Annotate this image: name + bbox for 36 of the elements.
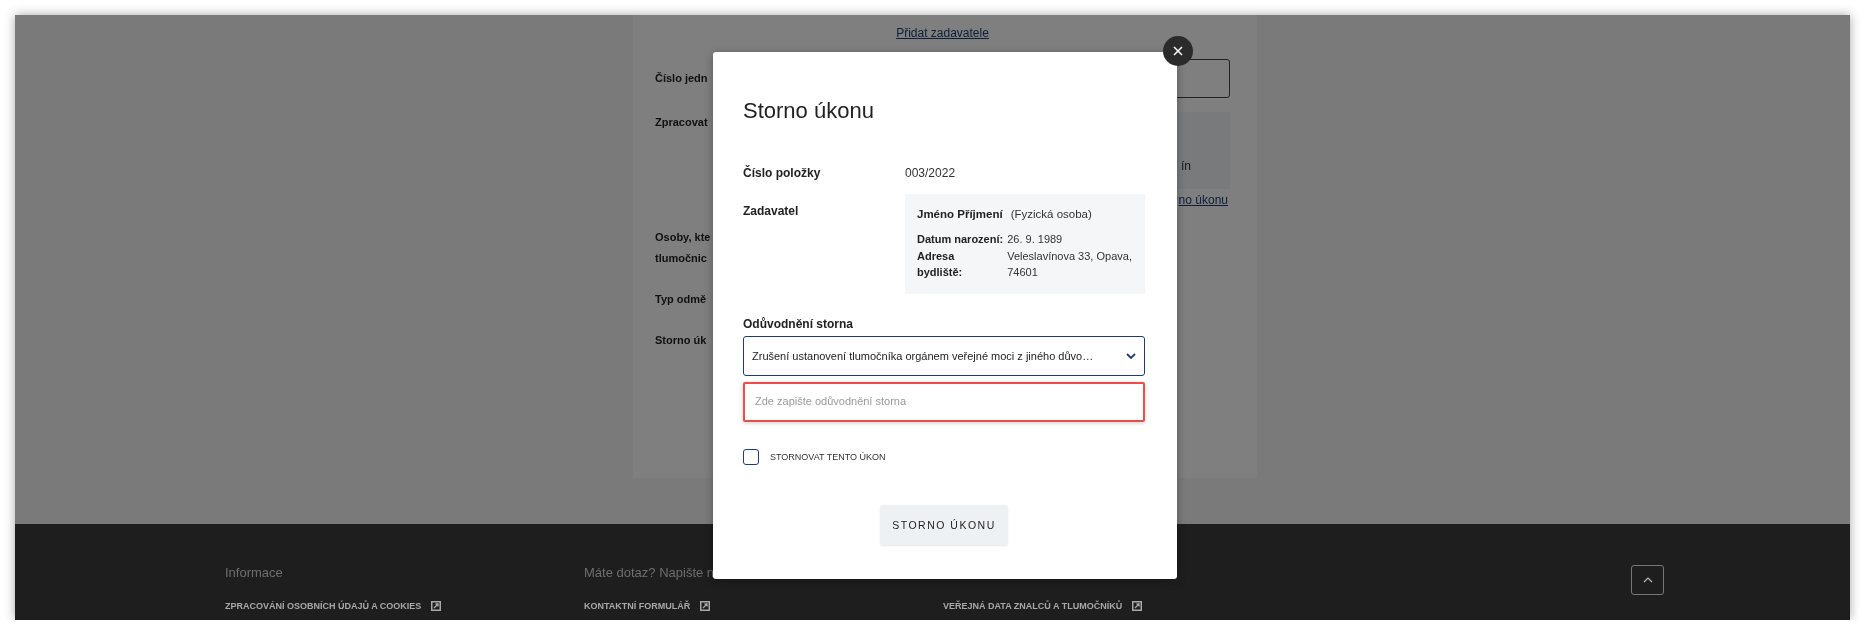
field-label: Typ odmě xyxy=(655,292,707,307)
detail-label: Adresa bydliště: xyxy=(917,249,964,280)
footer-heading: Informace xyxy=(225,564,283,582)
footer-heading: Máte dotaz? Napište n xyxy=(584,564,715,582)
back-to-top-button[interactable] xyxy=(1631,565,1664,595)
checkbox-label: STORNOVAT TENTO ÚKON xyxy=(770,452,886,462)
footer-link[interactable]: KONTAKTNÍ FORMULÁŘ xyxy=(584,601,691,611)
field-label: Osoby, kte tlumočnic xyxy=(655,230,711,266)
field-label: Číslo jedn xyxy=(655,71,708,86)
field-label: Zpracovat xyxy=(655,115,708,130)
detail-value: 26. 9. 1989 xyxy=(1007,232,1063,247)
person-name: Jméno Příjmení xyxy=(917,207,1003,222)
reason-select[interactable]: Zrušení ustanovení tlumočníka orgánem veřejné moci z jiného důvo… xyxy=(743,336,1145,376)
add-link[interactable]: Přidat zadavatele xyxy=(896,23,989,43)
external-link-icon xyxy=(1132,601,1143,611)
field-label: Odůvodnění storna xyxy=(743,316,853,332)
field-label: Storno úk xyxy=(655,333,707,348)
footer-link[interactable]: VEŘEJNÁ DATA ZNALCŮ A TLUMOČNÍKŮ xyxy=(943,601,1123,611)
external-link-icon xyxy=(700,601,711,611)
field-label: Číslo položky xyxy=(743,164,821,182)
chevron-up-icon xyxy=(1642,577,1653,583)
person-type: (Fyzická osoba) xyxy=(1010,207,1092,222)
footer-link[interactable]: ZPRACOVÁNÍ OSOBNÍCH ÚDAJŮ A COOKIES xyxy=(225,601,422,611)
action-link[interactable]: no úkonu xyxy=(1178,193,1228,207)
chevron-down-icon xyxy=(1126,353,1136,359)
cancel-action-button[interactable]: STORNO ÚKONU xyxy=(880,505,1008,545)
field-label: Zadavatel xyxy=(743,203,799,220)
detail-label: Datum narození: xyxy=(917,232,1004,247)
field-value: 003/2022 xyxy=(905,165,956,182)
detail-value: Veleslavínova 33, Opava, 74601 xyxy=(1007,249,1133,280)
info-text: ín xyxy=(1181,159,1191,173)
reason-text-field[interactable]: Zde zapište odůvodnění storna xyxy=(743,382,1145,422)
close-icon xyxy=(1173,46,1183,56)
checkbox[interactable] xyxy=(743,449,759,465)
dialog-title: Storno úkonu xyxy=(743,97,874,125)
external-link-icon xyxy=(431,601,442,611)
